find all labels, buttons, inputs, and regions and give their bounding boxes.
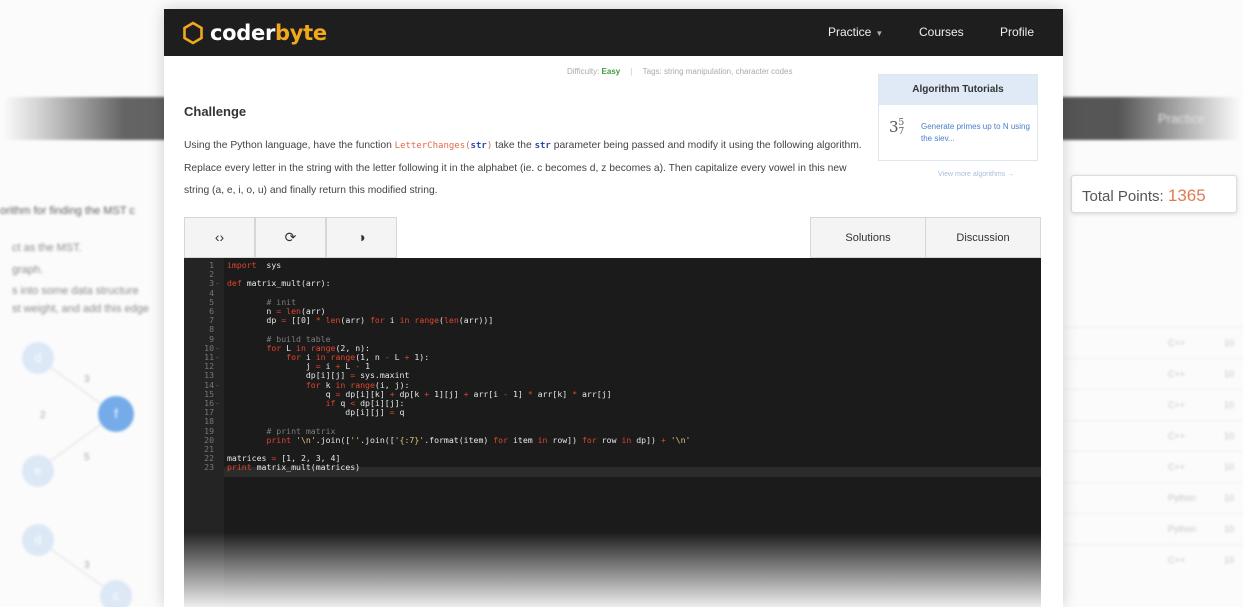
graph-edge-label: 2: [40, 410, 46, 421]
code-text: def matrix_mult(arr):: [227, 278, 331, 289]
code-text: print matrix_mult(matrices): [227, 462, 361, 473]
background-text-line: orithm for finding the MST c: [0, 205, 135, 217]
graph-edge-label: 5: [84, 452, 90, 463]
language-cell: C++: [1168, 400, 1186, 410]
tutorial-link[interactable]: Generate primes up to N using the siev..…: [921, 121, 1033, 145]
background-text-line: ct as the MST.: [12, 242, 82, 254]
code-text: print '\n'.join([''.join(['{:7}'.format(…: [266, 434, 691, 445]
fold-toggle-icon[interactable]: -: [215, 279, 220, 288]
fraction-icon: 35 7: [889, 118, 905, 137]
code-line: 17 dp[i][j] = q: [184, 407, 1041, 418]
background-table-row: C++ 10: [1064, 389, 1243, 420]
graph-node: d: [22, 342, 54, 374]
background-practice-link: Practice: [1158, 111, 1205, 126]
background-text-line: st weight, and add this edge: [12, 303, 149, 315]
meta-separator: |: [630, 67, 633, 76]
code-line: 7 dp = [[0] * len(arr) for i in range(le…: [184, 315, 1041, 326]
coderbyte-logo[interactable]: coderbyte: [182, 20, 327, 46]
tab-discussion[interactable]: Discussion: [925, 217, 1041, 258]
challenge-window: coderbyte Practice ▼ Courses Profile Diff…: [164, 9, 1063, 607]
code-line: 20 print '\n'.join([''.join(['{:7}'.form…: [184, 434, 1041, 445]
code-icon[interactable]: ‹›: [184, 217, 255, 258]
difficulty-label: Difficulty:: [567, 67, 600, 76]
score-cell: 10: [1224, 338, 1235, 348]
language-cell: C++: [1168, 431, 1186, 441]
language-cell: C++: [1168, 338, 1186, 348]
description-text: take the: [492, 140, 535, 151]
code-text: dp[i][j] = q: [227, 407, 405, 418]
challenge-meta: Difficulty: Easy | Tags: string manipula…: [567, 67, 793, 76]
nav-practice-label: Practice: [828, 25, 872, 39]
code-text: import sys: [227, 260, 282, 270]
tutorials-heading: Algorithm Tutorials: [879, 75, 1037, 105]
language-cell: Python: [1168, 524, 1197, 534]
graph-edge-label: 3: [84, 374, 90, 385]
score-cell: 10: [1224, 493, 1235, 503]
param-name: str: [534, 141, 551, 151]
fold-toggle-icon[interactable]: -: [215, 398, 220, 408]
challenge-title: Challenge: [184, 104, 247, 119]
score-cell: 10: [1224, 462, 1235, 472]
graph-node-highlighted: f: [98, 396, 134, 432]
background-text-line: s into some data structure: [12, 285, 139, 297]
view-more-algorithms-link[interactable]: View more algorithms →: [938, 171, 1014, 178]
background-table-row: Python 10: [1064, 482, 1243, 513]
code-text: dp = [[0] * len(arr) for i in range(len(…: [227, 315, 494, 326]
tab-solutions[interactable]: Solutions: [810, 217, 926, 258]
background-table-row: C++ 10: [1064, 451, 1243, 482]
code-line: 4: [184, 288, 1041, 298]
language-cell: C++: [1168, 369, 1186, 379]
algorithm-tutorials-panel: Algorithm Tutorials 35 7 Generate primes …: [878, 74, 1038, 161]
caret-down-icon: ▼: [875, 29, 884, 38]
background-table: C++ 10 C++ 10 C++ 10 C++ 10 C++ 10 Python 10 Python 1…: [1064, 327, 1243, 575]
score-cell: 10: [1224, 524, 1235, 534]
graph-node: e: [22, 455, 54, 487]
score-cell: 10: [1224, 431, 1235, 441]
background-table-row: C++ 10: [1064, 544, 1243, 575]
challenge-description: Using the Python language, have the func…: [184, 135, 862, 203]
stage: Practice orithm for finding the MST c ct…: [0, 0, 1243, 607]
tags-value: string manipulation, character codes: [663, 67, 793, 76]
refresh-icon[interactable]: ⟳: [255, 217, 326, 258]
score-cell: 10: [1224, 400, 1235, 410]
background-text-line: graph.: [12, 264, 44, 276]
fold-toggle-icon[interactable]: -: [215, 352, 220, 362]
graph-node: c: [100, 580, 132, 607]
total-points-label: Total Points:: [1082, 188, 1164, 205]
brand-name: coderbyte: [210, 21, 327, 45]
graph-edge-label: 3: [84, 560, 90, 571]
language-cell: C++: [1168, 555, 1186, 565]
code-line: 23 print matrix_mult(matrices): [184, 463, 1041, 472]
background-table-row: C++ 10: [1064, 327, 1243, 358]
language-cell: C++: [1168, 462, 1186, 472]
difficulty-value: Easy: [601, 67, 621, 76]
code-line: 1 import sys: [184, 260, 1041, 270]
hexagon-logo-icon: [183, 21, 203, 45]
background-table-row: Python 10: [1064, 513, 1243, 544]
nav-profile[interactable]: Profile: [1000, 25, 1034, 39]
nav-courses[interactable]: Courses: [919, 25, 964, 39]
top-navbar: coderbyte Practice ▼ Courses Profile: [164, 9, 1063, 56]
background-table-row: C++ 10: [1064, 420, 1243, 451]
fold-toggle-icon[interactable]: -: [215, 380, 220, 390]
tags-label: Tags:: [642, 67, 662, 76]
contrast-icon[interactable]: ◑: [326, 217, 397, 258]
score-cell: 10: [1224, 555, 1235, 565]
background-table-row: C++ 10: [1064, 358, 1243, 389]
code-line: 3- def matrix_mult(arr):: [184, 279, 1041, 288]
line-number: 23: [204, 462, 214, 473]
nav-practice[interactable]: Practice ▼: [828, 25, 883, 39]
language-cell: Python: [1168, 493, 1197, 503]
function-signature: LetterChanges(str): [394, 141, 493, 151]
description-text: Using the Python language, have the func…: [184, 140, 395, 151]
graph-node: d: [22, 524, 54, 556]
editor-toolbar: ‹› ⟳ ◑ Solutions Discussion: [184, 217, 1041, 258]
total-points-value: 1365: [1167, 186, 1206, 205]
bottom-fade: [164, 532, 1063, 607]
score-cell: 10: [1224, 369, 1235, 379]
total-points-card: Total Points: 1365: [1071, 175, 1237, 213]
